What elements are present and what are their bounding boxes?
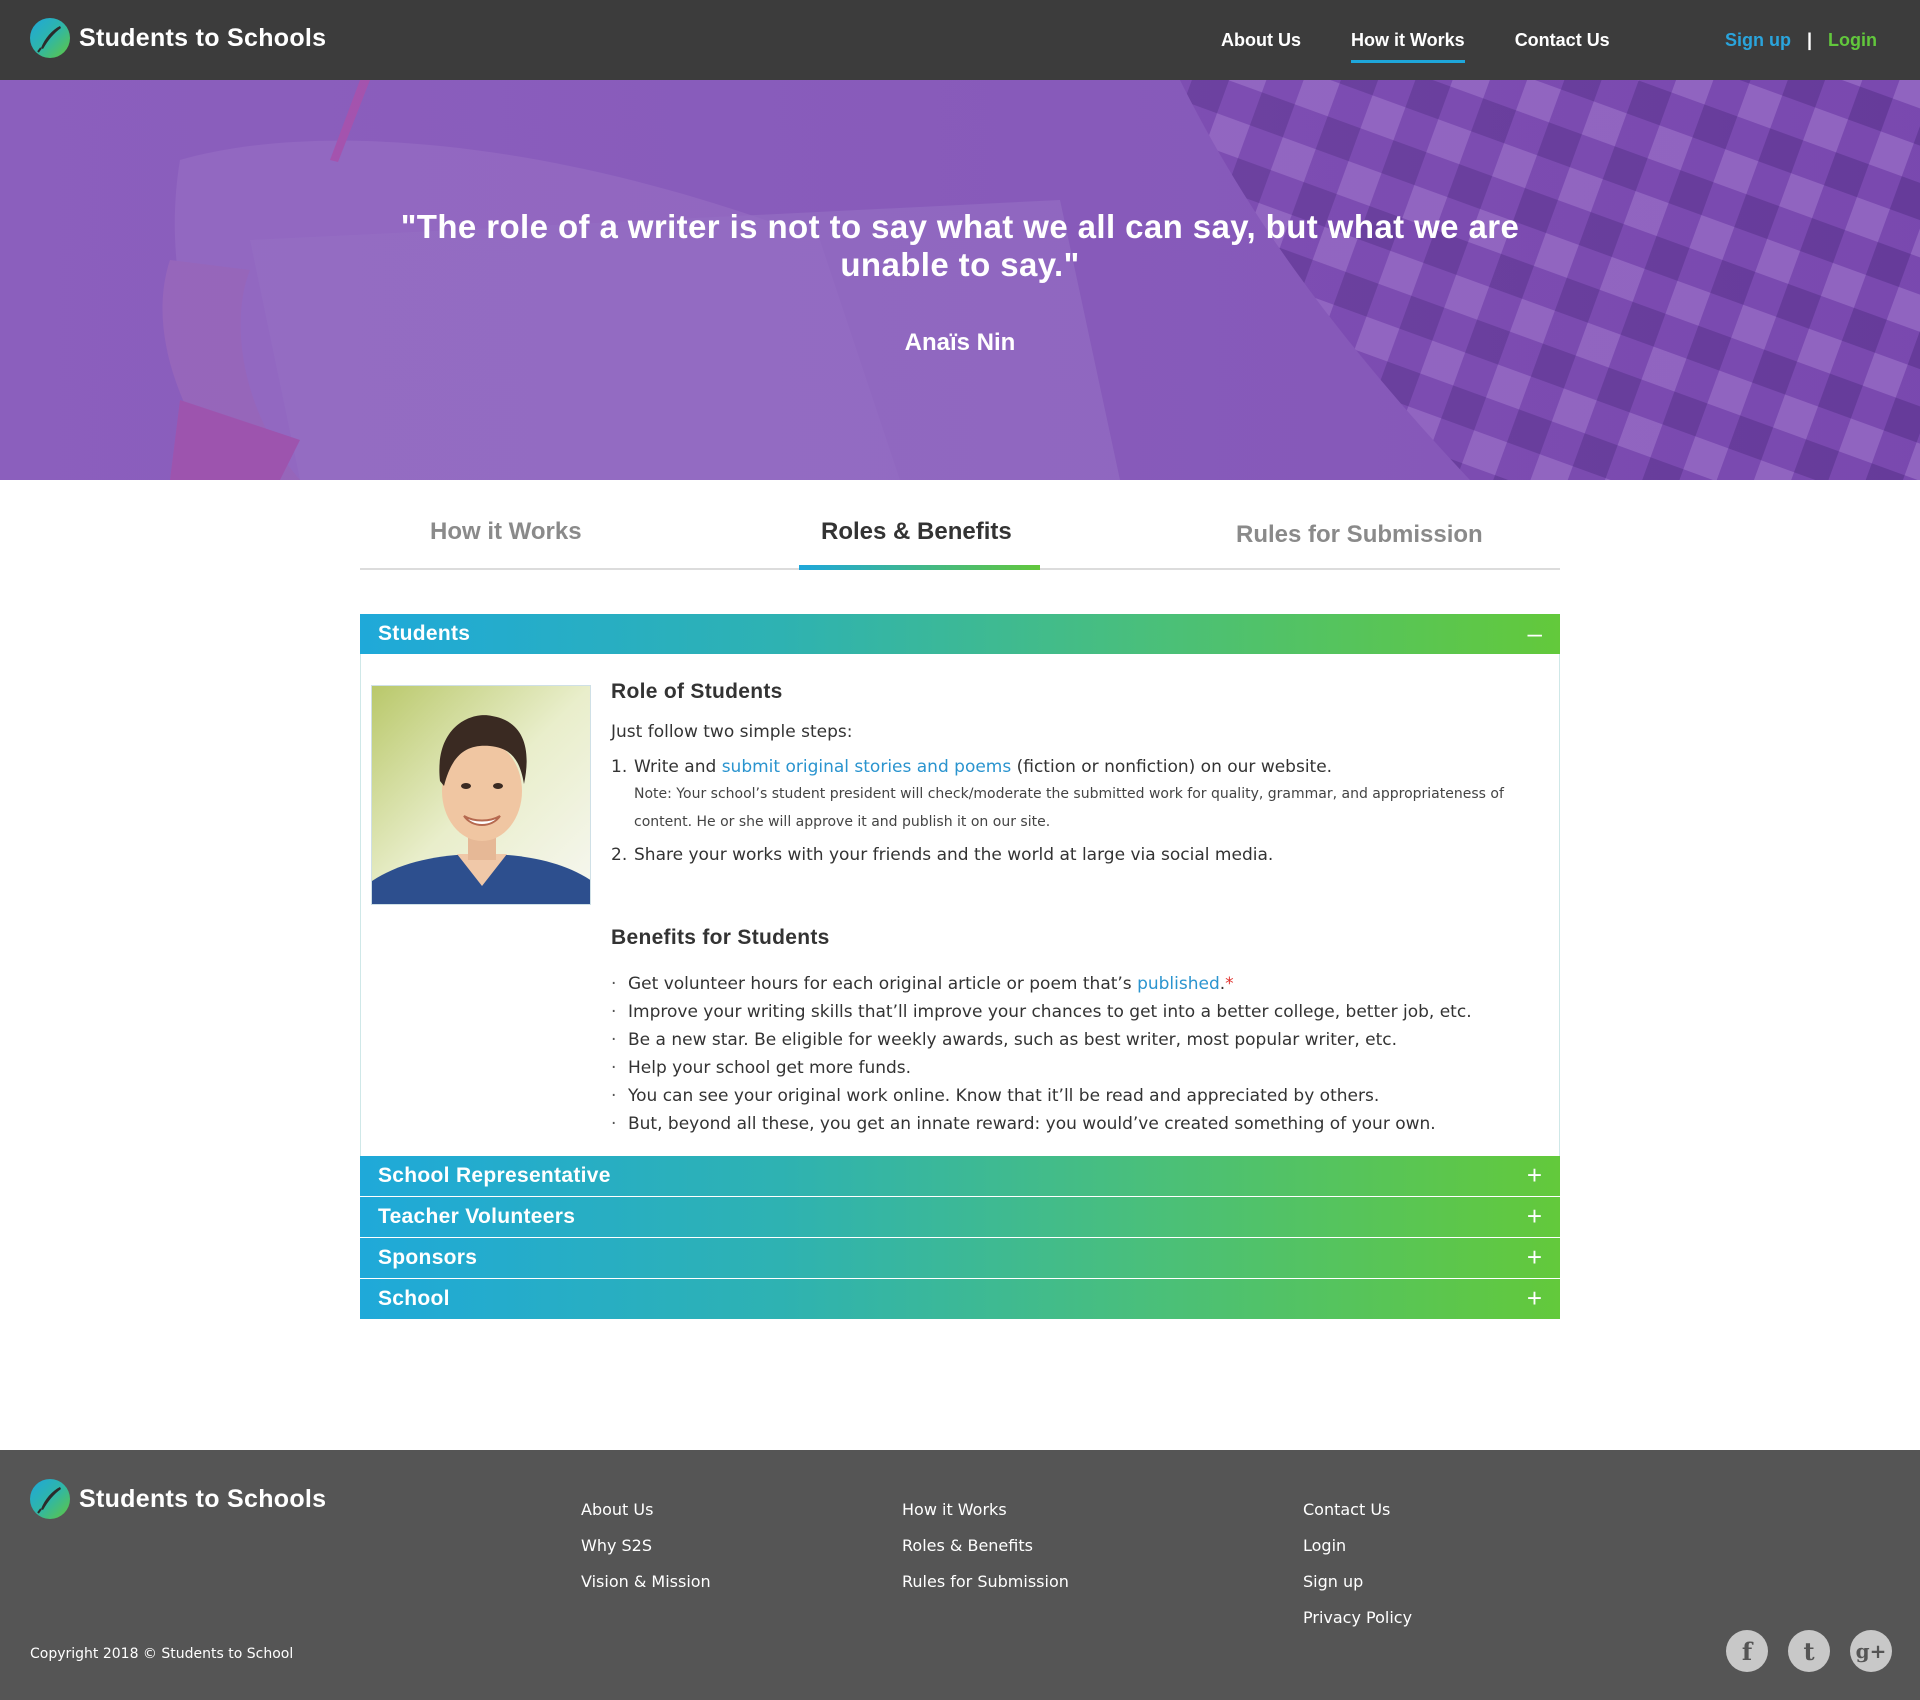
accordion-header-teacher-volunteers[interactable]: Teacher Volunteers + (360, 1197, 1560, 1237)
roles-accordion: Students – Role of Students Just follow … (360, 614, 1560, 1319)
accordion-title: Sponsors (378, 1246, 478, 1269)
role-steps: 1. Write and submit original stories and… (611, 756, 1551, 866)
main-nav: About Us How it Works Contact Us (1221, 30, 1660, 63)
role-intro: Just follow two simple steps: (611, 722, 853, 742)
accordion-title: School (378, 1287, 450, 1310)
logo-quill-icon (30, 1479, 70, 1519)
accordion-title: Teacher Volunteers (378, 1205, 576, 1228)
students-content: Role of Students Just follow two simple … (611, 680, 1551, 1138)
plus-icon[interactable]: + (1527, 1242, 1542, 1272)
plus-icon[interactable]: + (1527, 1201, 1542, 1231)
google-plus-icon[interactable]: g+ (1850, 1630, 1892, 1672)
plus-icon[interactable]: + (1527, 1160, 1542, 1190)
step-number: 1. (611, 757, 628, 777)
submit-stories-link[interactable]: submit original stories and poems (722, 757, 1012, 777)
benefit-item: Be a new star. Be eligible for weekly aw… (611, 1026, 1551, 1054)
footnote-star: * (1225, 974, 1234, 994)
step-text: Share your works with your friends and t… (634, 845, 1274, 865)
brand[interactable]: Students to Schools (30, 18, 326, 58)
footer-link-why[interactable]: Why S2S (581, 1528, 711, 1564)
student-avatar (371, 685, 591, 905)
footer-link-signup[interactable]: Sign up (1303, 1564, 1412, 1600)
hero-banner: "The role of a writer is not to say what… (0, 80, 1920, 480)
login-link[interactable]: Login (1828, 30, 1877, 51)
accordion-title: School Representative (378, 1164, 611, 1187)
hero-quote-author: Anaïs Nin (904, 329, 1016, 356)
benefits-heading: Benefits for Students (611, 926, 830, 949)
benefit-item: You can see your original work online. K… (611, 1082, 1551, 1110)
footer-brand[interactable]: Students to Schools (30, 1479, 326, 1519)
accordion-title: Students (378, 622, 471, 645)
plus-icon[interactable]: + (1527, 1283, 1542, 1313)
brand-name: Students to Schools (79, 1484, 327, 1513)
nav-about[interactable]: About Us (1221, 30, 1301, 51)
brand-name: Students to Schools (79, 23, 327, 52)
tab-roles-benefits[interactable]: Roles & Benefits (821, 518, 1012, 546)
nav-how-it-works[interactable]: How it Works (1351, 30, 1465, 63)
twitter-icon[interactable]: t (1788, 1630, 1830, 1672)
tab-how-it-works[interactable]: How it Works (430, 518, 582, 546)
site-footer: Students to Schools About Us Why S2S Vis… (0, 1450, 1920, 1700)
benefits-list: Get volunteer hours for each original ar… (611, 970, 1551, 1138)
facebook-icon[interactable]: f (1726, 1630, 1768, 1672)
benefit-item: Improve your writing skills that’ll impr… (611, 998, 1551, 1026)
step-text: (fiction or nonfiction) on our website. (1011, 757, 1333, 777)
moderation-note: Note: Your school’s student president wi… (634, 786, 1504, 830)
accordion-panel-students: Role of Students Just follow two simple … (360, 654, 1560, 1156)
accordion-header-sponsors[interactable]: Sponsors + (360, 1238, 1560, 1278)
copyright: Copyright 2018 © Students to School (30, 1646, 294, 1662)
footer-link-contact[interactable]: Contact Us (1303, 1492, 1412, 1528)
auth-separator: | (1807, 30, 1813, 50)
footer-column-2: How it Works Roles & Benefits Rules for … (902, 1492, 1069, 1600)
hero-quote: "The role of a writer is not to say what… (400, 208, 1520, 283)
signup-link[interactable]: Sign up (1725, 30, 1791, 51)
auth-links: Sign up | Login (1725, 30, 1877, 51)
footer-link-about[interactable]: About Us (581, 1492, 711, 1528)
tab-rules-submission[interactable]: Rules for Submission (1236, 521, 1483, 549)
logo-quill-icon (30, 18, 70, 58)
benefit-text: Get volunteer hours for each original ar… (628, 974, 1138, 994)
accordion-header-students[interactable]: Students – (360, 614, 1560, 654)
step-number: 2. (611, 845, 628, 865)
footer-link-vision[interactable]: Vision & Mission (581, 1564, 711, 1600)
benefit-item: But, beyond all these, you get an innate… (611, 1110, 1551, 1138)
social-links: f t g+ (1726, 1630, 1912, 1672)
benefit-item: Get volunteer hours for each original ar… (611, 970, 1551, 998)
accordion-header-school-representative[interactable]: School Representative + (360, 1156, 1560, 1196)
site-header: Students to Schools About Us How it Work… (0, 0, 1920, 80)
benefit-item: Help your school get more funds. (611, 1054, 1551, 1082)
nav-contact[interactable]: Contact Us (1515, 30, 1610, 51)
footer-column-3: Contact Us Login Sign up Privacy Policy (1303, 1492, 1412, 1636)
footer-link-privacy[interactable]: Privacy Policy (1303, 1600, 1412, 1636)
footer-column-1: About Us Why S2S Vision & Mission (581, 1492, 711, 1600)
step-item: 2. Share your works with your friends an… (611, 844, 1551, 866)
step-item: 1. Write and submit original stories and… (611, 756, 1551, 836)
footer-link-login[interactable]: Login (1303, 1528, 1412, 1564)
footer-link-roles[interactable]: Roles & Benefits (902, 1528, 1069, 1564)
step-text: Write and (634, 757, 722, 777)
footer-link-rules[interactable]: Rules for Submission (902, 1564, 1069, 1600)
section-tabs: How it Works Roles & Benefits Rules for … (360, 480, 1560, 570)
minus-icon[interactable]: – (1528, 618, 1542, 648)
active-tab-indicator (799, 565, 1040, 570)
accordion-header-school[interactable]: School + (360, 1279, 1560, 1319)
footer-link-how[interactable]: How it Works (902, 1492, 1069, 1528)
role-heading: Role of Students (611, 680, 783, 703)
published-link[interactable]: published (1137, 974, 1220, 994)
